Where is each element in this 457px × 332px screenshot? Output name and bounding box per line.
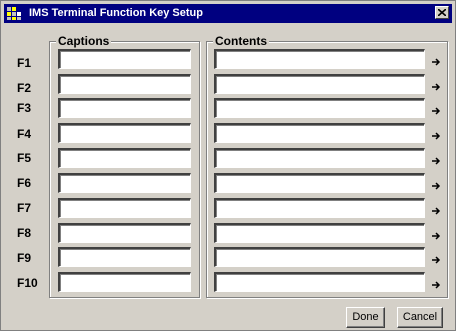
arrow-right-icon[interactable] [431, 255, 441, 265]
content-input-f8[interactable] [214, 223, 425, 243]
content-input-f3[interactable] [214, 98, 425, 118]
content-input-f9[interactable] [214, 247, 425, 267]
done-button[interactable]: Done [346, 307, 385, 328]
window-title: IMS Terminal Function Key Setup [29, 7, 203, 19]
arrow-right-icon[interactable] [431, 82, 441, 92]
contents-group-label: Contents [213, 33, 269, 49]
dialog-window: IMS Terminal Function Key Setup Captions… [0, 0, 456, 331]
content-input-f4[interactable] [214, 123, 425, 143]
captions-group-label: Captions [56, 33, 112, 49]
caption-input-f8[interactable] [58, 223, 191, 243]
arrow-right-icon[interactable] [431, 231, 441, 241]
fkey-label: F7 [17, 201, 32, 215]
arrow-right-icon[interactable] [431, 280, 441, 290]
fkey-label: F10 [17, 276, 38, 290]
caption-input-f3[interactable] [58, 98, 191, 118]
content-input-f1[interactable] [214, 49, 425, 69]
arrow-right-icon[interactable] [431, 57, 441, 67]
fkey-label: F1 [17, 56, 32, 70]
caption-input-f10[interactable] [58, 272, 191, 292]
content-input-f7[interactable] [214, 198, 425, 218]
caption-input-f6[interactable] [58, 173, 191, 193]
fkey-label: F5 [17, 151, 32, 165]
arrow-right-icon[interactable] [431, 206, 441, 216]
fkey-label: F4 [17, 127, 32, 141]
caption-input-f4[interactable] [58, 123, 191, 143]
fkey-label: F9 [17, 251, 32, 265]
fkey-label: F8 [17, 226, 32, 240]
ims-terminal-icon [7, 6, 23, 21]
arrow-right-icon[interactable] [431, 106, 441, 116]
content-input-f6[interactable] [214, 173, 425, 193]
fkey-label: F3 [17, 101, 32, 115]
caption-input-f5[interactable] [58, 148, 191, 168]
close-icon [438, 9, 446, 16]
arrow-right-icon[interactable] [431, 181, 441, 191]
caption-input-f9[interactable] [58, 247, 191, 267]
caption-input-f1[interactable] [58, 49, 191, 69]
arrow-right-icon[interactable] [431, 131, 441, 141]
title-bar[interactable]: IMS Terminal Function Key Setup [4, 4, 452, 23]
arrow-right-icon[interactable] [431, 156, 441, 166]
fkey-label: F6 [17, 176, 32, 190]
content-input-f2[interactable] [214, 74, 425, 94]
fkey-label: F2 [17, 81, 32, 95]
cancel-button[interactable]: Cancel [397, 307, 443, 328]
caption-input-f2[interactable] [58, 74, 191, 94]
close-button[interactable] [435, 6, 449, 19]
content-input-f10[interactable] [214, 272, 425, 292]
caption-input-f7[interactable] [58, 198, 191, 218]
content-input-f5[interactable] [214, 148, 425, 168]
